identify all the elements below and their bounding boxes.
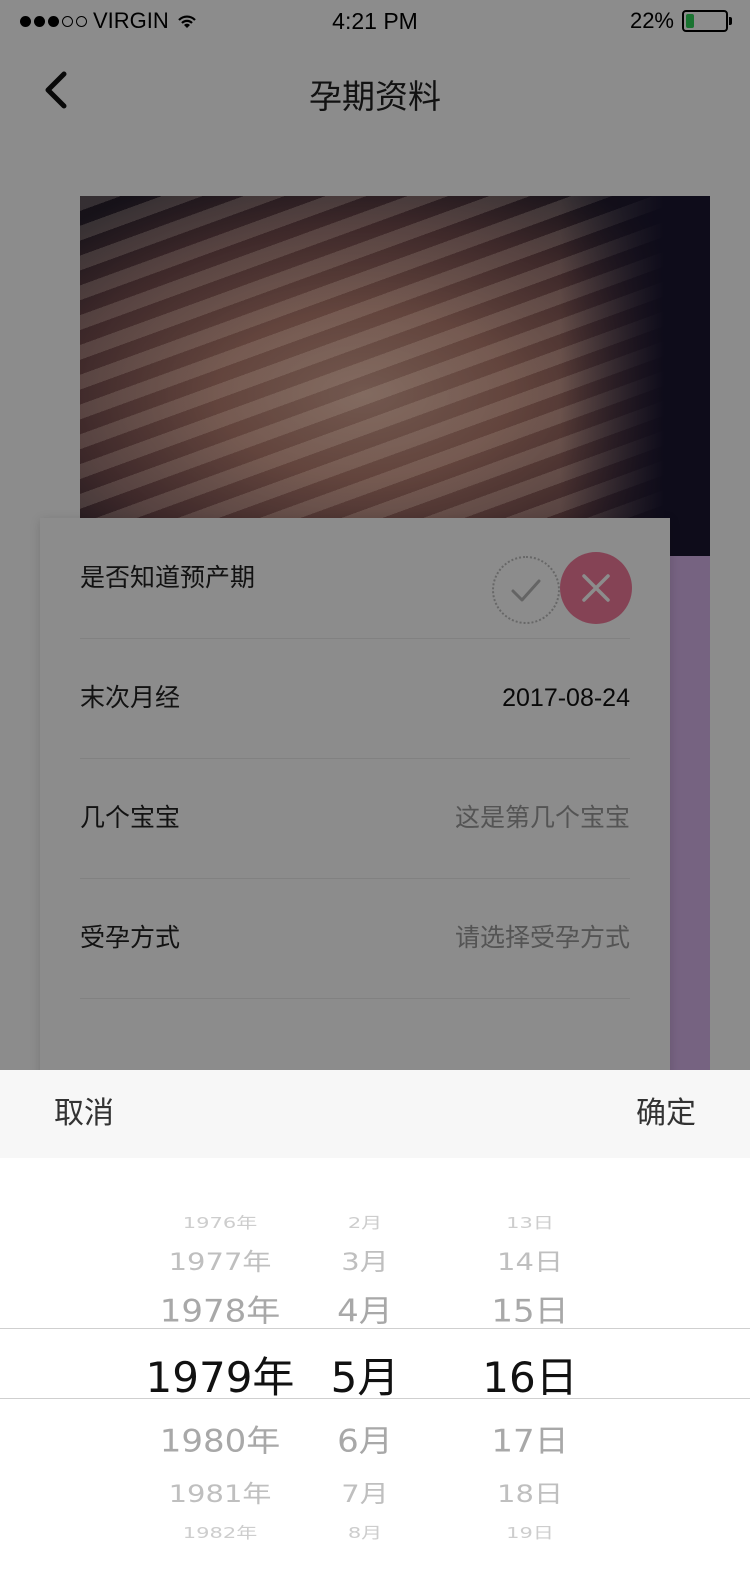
wheel-item[interactable]: 3月 [300, 1243, 430, 1277]
selected-day[interactable]: 16日 [450, 1344, 610, 1405]
wheel-item[interactable]: 2月 [300, 1211, 430, 1233]
wheel-item[interactable]: 8月 [300, 1521, 430, 1543]
selected-month[interactable]: 5月 [300, 1344, 430, 1405]
wheel-item[interactable]: 1978年 [120, 1286, 320, 1331]
wheel-item[interactable]: 15日 [450, 1286, 610, 1331]
wheel-item[interactable]: 1980年 [120, 1416, 320, 1461]
wheel-item[interactable]: 13日 [450, 1211, 610, 1233]
date-wheel[interactable]: 1976年 1977年 1978年 1979年 1980年 1981年 1982… [0, 1190, 750, 1543]
wheel-item[interactable]: 1982年 [120, 1521, 320, 1543]
wheel-item[interactable]: 6月 [300, 1416, 430, 1461]
selected-year[interactable]: 1979年 [120, 1344, 320, 1405]
wheel-item[interactable]: 19日 [450, 1521, 610, 1543]
day-column[interactable]: 13日 14日 15日 16日 17日 18日 19日 [450, 1190, 610, 1543]
picker-toolbar: 取消 确定 [0, 1070, 750, 1158]
wheel-item[interactable]: 1976年 [120, 1211, 320, 1233]
wheel-item[interactable]: 18日 [450, 1475, 610, 1509]
modal-backdrop[interactable] [0, 0, 750, 1070]
cancel-button[interactable]: 取消 [54, 1070, 114, 1158]
wheel-item[interactable]: 4月 [300, 1286, 430, 1331]
wheel-item[interactable]: 17日 [450, 1416, 610, 1461]
month-column[interactable]: 2月 3月 4月 5月 6月 7月 8月 [300, 1190, 430, 1543]
wheel-item[interactable]: 1977年 [120, 1243, 320, 1277]
date-picker-sheet: 取消 确定 1976年 1977年 1978年 1979年 1980年 1981… [0, 1070, 750, 1580]
wheel-item[interactable]: 7月 [300, 1475, 430, 1509]
confirm-button[interactable]: 确定 [636, 1070, 696, 1158]
wheel-item[interactable]: 1981年 [120, 1475, 320, 1509]
wheel-item[interactable]: 14日 [450, 1243, 610, 1277]
year-column[interactable]: 1976年 1977年 1978年 1979年 1980年 1981年 1982… [120, 1190, 320, 1543]
